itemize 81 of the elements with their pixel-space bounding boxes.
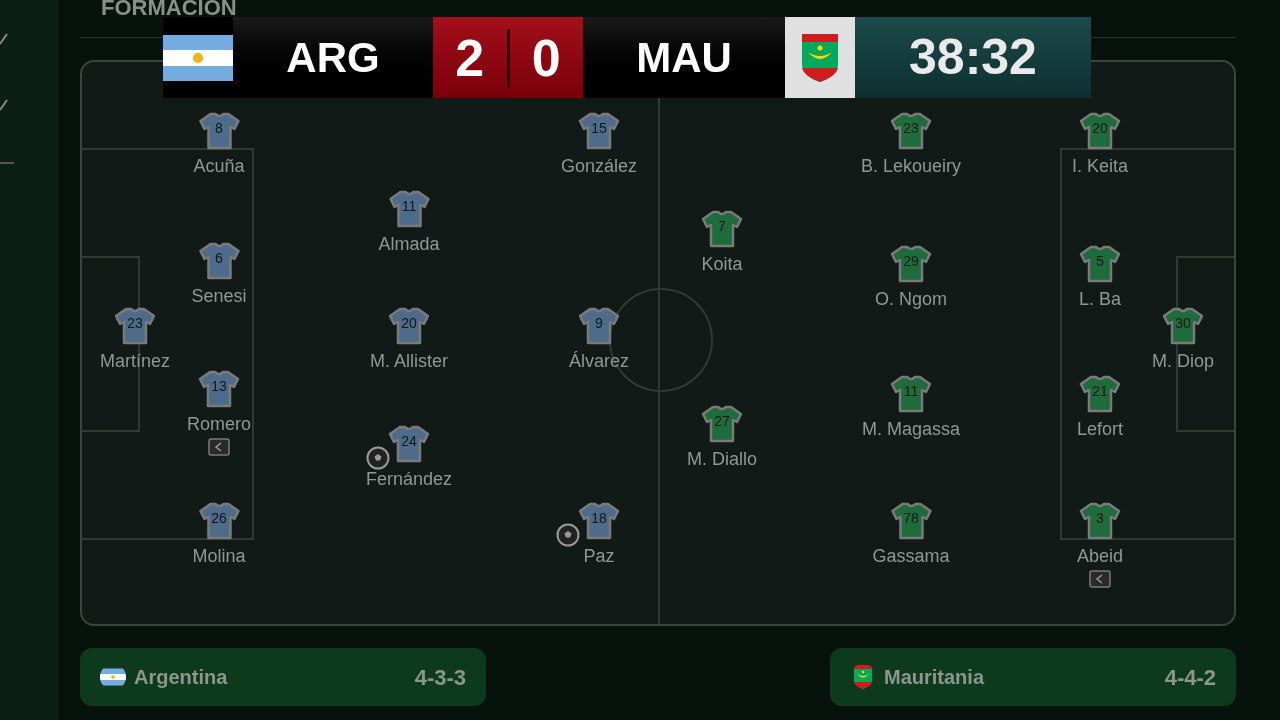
jersey-icon (114, 306, 156, 346)
player-name: Romero (187, 413, 251, 436)
player-name: Almada (378, 233, 440, 256)
jersey-icon (578, 501, 620, 541)
jersey-number: 8 (214, 121, 224, 135)
jersey-number: 20 (1091, 121, 1109, 135)
jersey-icon (388, 424, 430, 464)
player-name: Paz (583, 545, 615, 568)
player-name: Gassama (872, 545, 950, 568)
player-name: I. Keita (1072, 155, 1128, 178)
jersey-icon (198, 369, 240, 409)
player-name: González (561, 155, 637, 178)
jersey-number: 5 (1095, 254, 1105, 268)
player-name: Martínez (100, 350, 170, 373)
player-name: M. Diallo (687, 448, 757, 471)
team-name: Mauritania (884, 665, 985, 690)
swap-icon (208, 437, 230, 456)
player-name: Fernández (365, 468, 453, 491)
jersey-number: 9 (594, 316, 604, 330)
jersey-number: 11 (902, 384, 920, 398)
jersey-number: 26 (210, 511, 228, 525)
player-name: Molina (192, 545, 246, 568)
jersey-icon (578, 111, 620, 151)
jersey-icon (198, 111, 240, 151)
home-score: 2 (454, 27, 486, 89)
player-name: L. Ba (1079, 288, 1121, 311)
match-clock: 38:32 (855, 17, 1091, 98)
jersey-number: 23 (902, 121, 920, 135)
jersey-number: 7 (717, 219, 727, 233)
player-name: Koita (701, 253, 743, 276)
jersey-icon (578, 306, 620, 346)
flag-icon (163, 34, 233, 81)
jersey-number: 23 (126, 316, 144, 330)
jersey-number: 29 (902, 254, 920, 268)
team-code: MAU (636, 33, 732, 83)
player-name: B. Lekoueiry (860, 155, 962, 178)
jersey-number: 27 (713, 414, 731, 428)
section-title: FORMACION (101, 0, 237, 19)
jersey-number: 18 (590, 511, 608, 525)
player-name: Álvarez (569, 350, 629, 373)
jersey-icon (198, 501, 240, 541)
ball-icon (366, 446, 390, 470)
jersey-number: 20 (400, 316, 418, 330)
ball-icon (556, 523, 580, 547)
jersey-icon (890, 111, 932, 151)
jersey-number: 30 (1174, 316, 1192, 330)
jersey-icon (388, 189, 430, 229)
jersey-icon (1079, 111, 1121, 151)
player-name: M. Diop (1152, 350, 1214, 373)
jersey-icon (890, 374, 932, 414)
player-name: M. Magassa (862, 418, 960, 441)
jersey-number: 11 (400, 199, 418, 213)
player-name: M. Allister (370, 350, 448, 373)
swap-icon (1089, 569, 1111, 588)
jersey-icon (701, 404, 743, 444)
jersey-number: 3 (1095, 511, 1105, 525)
player-name: Senesi (191, 285, 247, 308)
jersey-icon (1079, 374, 1121, 414)
formation-label: 4-4-2 (1164, 663, 1216, 692)
team-name: Argentina (134, 665, 228, 690)
formation-label: 4-3-3 (414, 663, 466, 692)
player-name: Lefort (1077, 418, 1123, 441)
jersey-icon (701, 209, 743, 249)
jersey-number: 78 (902, 511, 920, 525)
player-name: Acuña (193, 155, 245, 178)
jersey-number: 15 (590, 121, 608, 135)
jersey-icon (1162, 306, 1204, 346)
jersey-icon (890, 244, 932, 284)
jersey-number: 21 (1091, 384, 1109, 398)
jersey-icon (1079, 501, 1121, 541)
team-code: ARG (286, 33, 380, 83)
jersey-number: 6 (214, 251, 224, 265)
jersey-number: 24 (400, 434, 418, 448)
jersey-number: 13 (210, 379, 228, 393)
away-score: 0 (530, 27, 562, 89)
player-name: Abeid (1077, 545, 1123, 568)
player-name: O. Ngom (875, 288, 947, 311)
jersey-icon (890, 501, 932, 541)
jersey-icon (388, 306, 430, 346)
jersey-icon (1079, 244, 1121, 284)
jersey-icon (198, 241, 240, 281)
